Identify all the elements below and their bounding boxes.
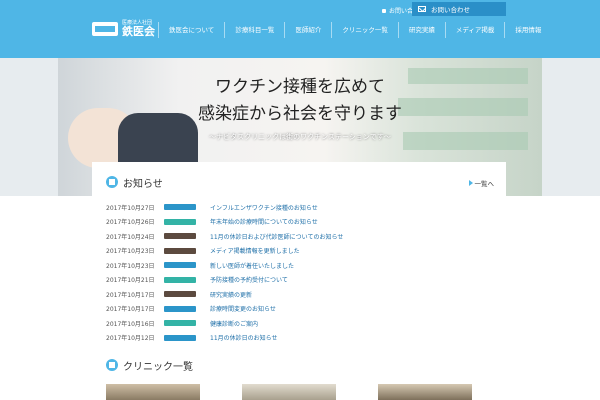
news-title-link[interactable]: 診療時間変更のお知らせ — [210, 304, 276, 313]
main-nav: 鉄医会について 診療科目一覧 医師紹介 クリニック一覧 研究実績 メディア掲載 … — [158, 22, 551, 38]
news-category-badge — [164, 276, 196, 283]
news-row[interactable]: 2017年10月23日 メディア掲載情報を更新しました — [106, 244, 343, 259]
news-title-link[interactable]: 11月の休診日のお知らせ — [210, 333, 278, 342]
news-row[interactable]: 2017年10月17日 研究実績の更新 — [106, 287, 343, 302]
nav-item-research[interactable]: 研究実績 — [397, 22, 445, 38]
bullet-icon — [382, 8, 386, 13]
news-title-link[interactable]: 研究実績の更新 — [210, 290, 252, 299]
arrow-right-icon — [468, 180, 473, 186]
nav-item-about[interactable]: 鉄医会について — [158, 22, 224, 38]
news-category-badge — [164, 247, 196, 254]
news-title-link[interactable]: 年末年始の診療時間についてのお知らせ — [210, 217, 318, 226]
nav-item-departments[interactable]: 診療科目一覧 — [224, 22, 284, 38]
news-list: 2017年10月27日 インフルエンザワクチン接種のお知らせ 2017年10月26日… — [106, 200, 343, 345]
news-date: 2017年10月24日 — [106, 233, 155, 241]
contact-button[interactable]: お問い合わせ — [412, 2, 506, 16]
clinic-header: クリニック一覧 — [92, 354, 506, 376]
news-date: 2017年10月27日 — [106, 204, 155, 212]
clinic-photo[interactable] — [242, 384, 336, 400]
news-header: お知らせ — [92, 162, 506, 202]
news-row[interactable]: 2017年10月26日 年末年始の診療時間についてのお知らせ — [106, 215, 343, 230]
news-date: 2017年10月16日 — [106, 320, 155, 328]
news-row[interactable]: 2017年10月21日 予防接種の予約受付について — [106, 273, 343, 288]
news-title-link[interactable]: 11月の休診日および代診医師についてのお知らせ — [210, 232, 343, 241]
news-date: 2017年10月17日 — [106, 306, 155, 314]
logo-title: 鉄医会 — [122, 25, 155, 38]
clinic-section: クリニック一覧 — [92, 354, 506, 400]
news-date: 2017年10月26日 — [106, 219, 155, 227]
clinic-photo[interactable] — [378, 384, 472, 400]
logo[interactable]: 医療法人社団 鉄医会 — [92, 20, 155, 38]
news-title-link[interactable]: 新しい医師が着任いたしました — [210, 261, 294, 270]
news-row[interactable]: 2017年10月23日 新しい医師が着任いたしました — [106, 258, 343, 273]
news-category-badge — [164, 233, 196, 240]
news-row[interactable]: 2017年10月16日 健康診断のご案内 — [106, 316, 343, 331]
nav-item-media[interactable]: メディア掲載 — [444, 22, 505, 38]
hero-subline: 〜ナビタスクリニックは街のワクチンステーションです〜 — [209, 133, 391, 141]
news-title-link[interactable]: メディア掲載情報を更新しました — [210, 246, 300, 255]
news-category-badge — [164, 262, 196, 269]
clinic-icon — [106, 359, 118, 371]
news-category-badge — [164, 334, 196, 341]
news-more-link[interactable]: 一覧へ — [468, 178, 495, 188]
nav-item-recruit[interactable]: 採用情報 — [504, 22, 551, 38]
news-category-badge — [164, 305, 196, 312]
news-date: 2017年10月17日 — [106, 291, 155, 299]
news-title: お知らせ — [123, 178, 163, 190]
news-date: 2017年10月12日 — [106, 335, 155, 343]
news-title-link[interactable]: 予防接種の予約受付について — [210, 275, 288, 284]
news-row[interactable]: 2017年10月17日 診療時間変更のお知らせ — [106, 302, 343, 317]
site-header: 医療法人社団 鉄医会 お問い合わせ お問い合わせ 鉄医会について 診療科目一覧 … — [0, 0, 600, 58]
news-category-badge — [164, 218, 196, 225]
news-row[interactable]: 2017年10月24日 11月の休診日および代診医師についてのお知らせ — [106, 229, 343, 244]
news-title-link[interactable]: インフルエンザワクチン接種のお知らせ — [210, 203, 318, 212]
hero-headline-2: 感染症から社会を守ります — [198, 104, 402, 124]
news-more-label: 一覧へ — [474, 180, 495, 188]
news-category-badge — [164, 204, 196, 211]
news-section: お知らせ 一覧へ 2017年10月27日 インフルエンザワクチン接種のお知らせ 20… — [92, 162, 506, 354]
nav-item-clinics[interactable]: クリニック一覧 — [331, 22, 398, 38]
news-icon — [106, 176, 118, 188]
clinic-title: クリニック一覧 — [123, 361, 193, 373]
nav-item-doctors[interactable]: 医師紹介 — [284, 22, 331, 38]
news-date: 2017年10月23日 — [106, 248, 155, 256]
news-date: 2017年10月21日 — [106, 277, 155, 285]
news-category-badge — [164, 320, 196, 327]
news-date: 2017年10月23日 — [106, 262, 155, 270]
news-row[interactable]: 2017年10月27日 インフルエンザワクチン接種のお知らせ — [106, 200, 343, 215]
clinic-photo[interactable] — [106, 384, 200, 400]
news-row[interactable]: 2017年10月12日 11月の休診日のお知らせ — [106, 331, 343, 346]
logo-text: 医療法人社団 鉄医会 — [122, 20, 155, 38]
hero-headline-1: ワクチン接種を広めて — [215, 77, 385, 97]
mail-icon — [418, 6, 426, 12]
news-title-link[interactable]: 健康診断のご案内 — [210, 319, 258, 328]
logo-mark-icon — [92, 22, 118, 36]
contact-button-label: お問い合わせ — [431, 6, 470, 14]
news-category-badge — [164, 291, 196, 298]
